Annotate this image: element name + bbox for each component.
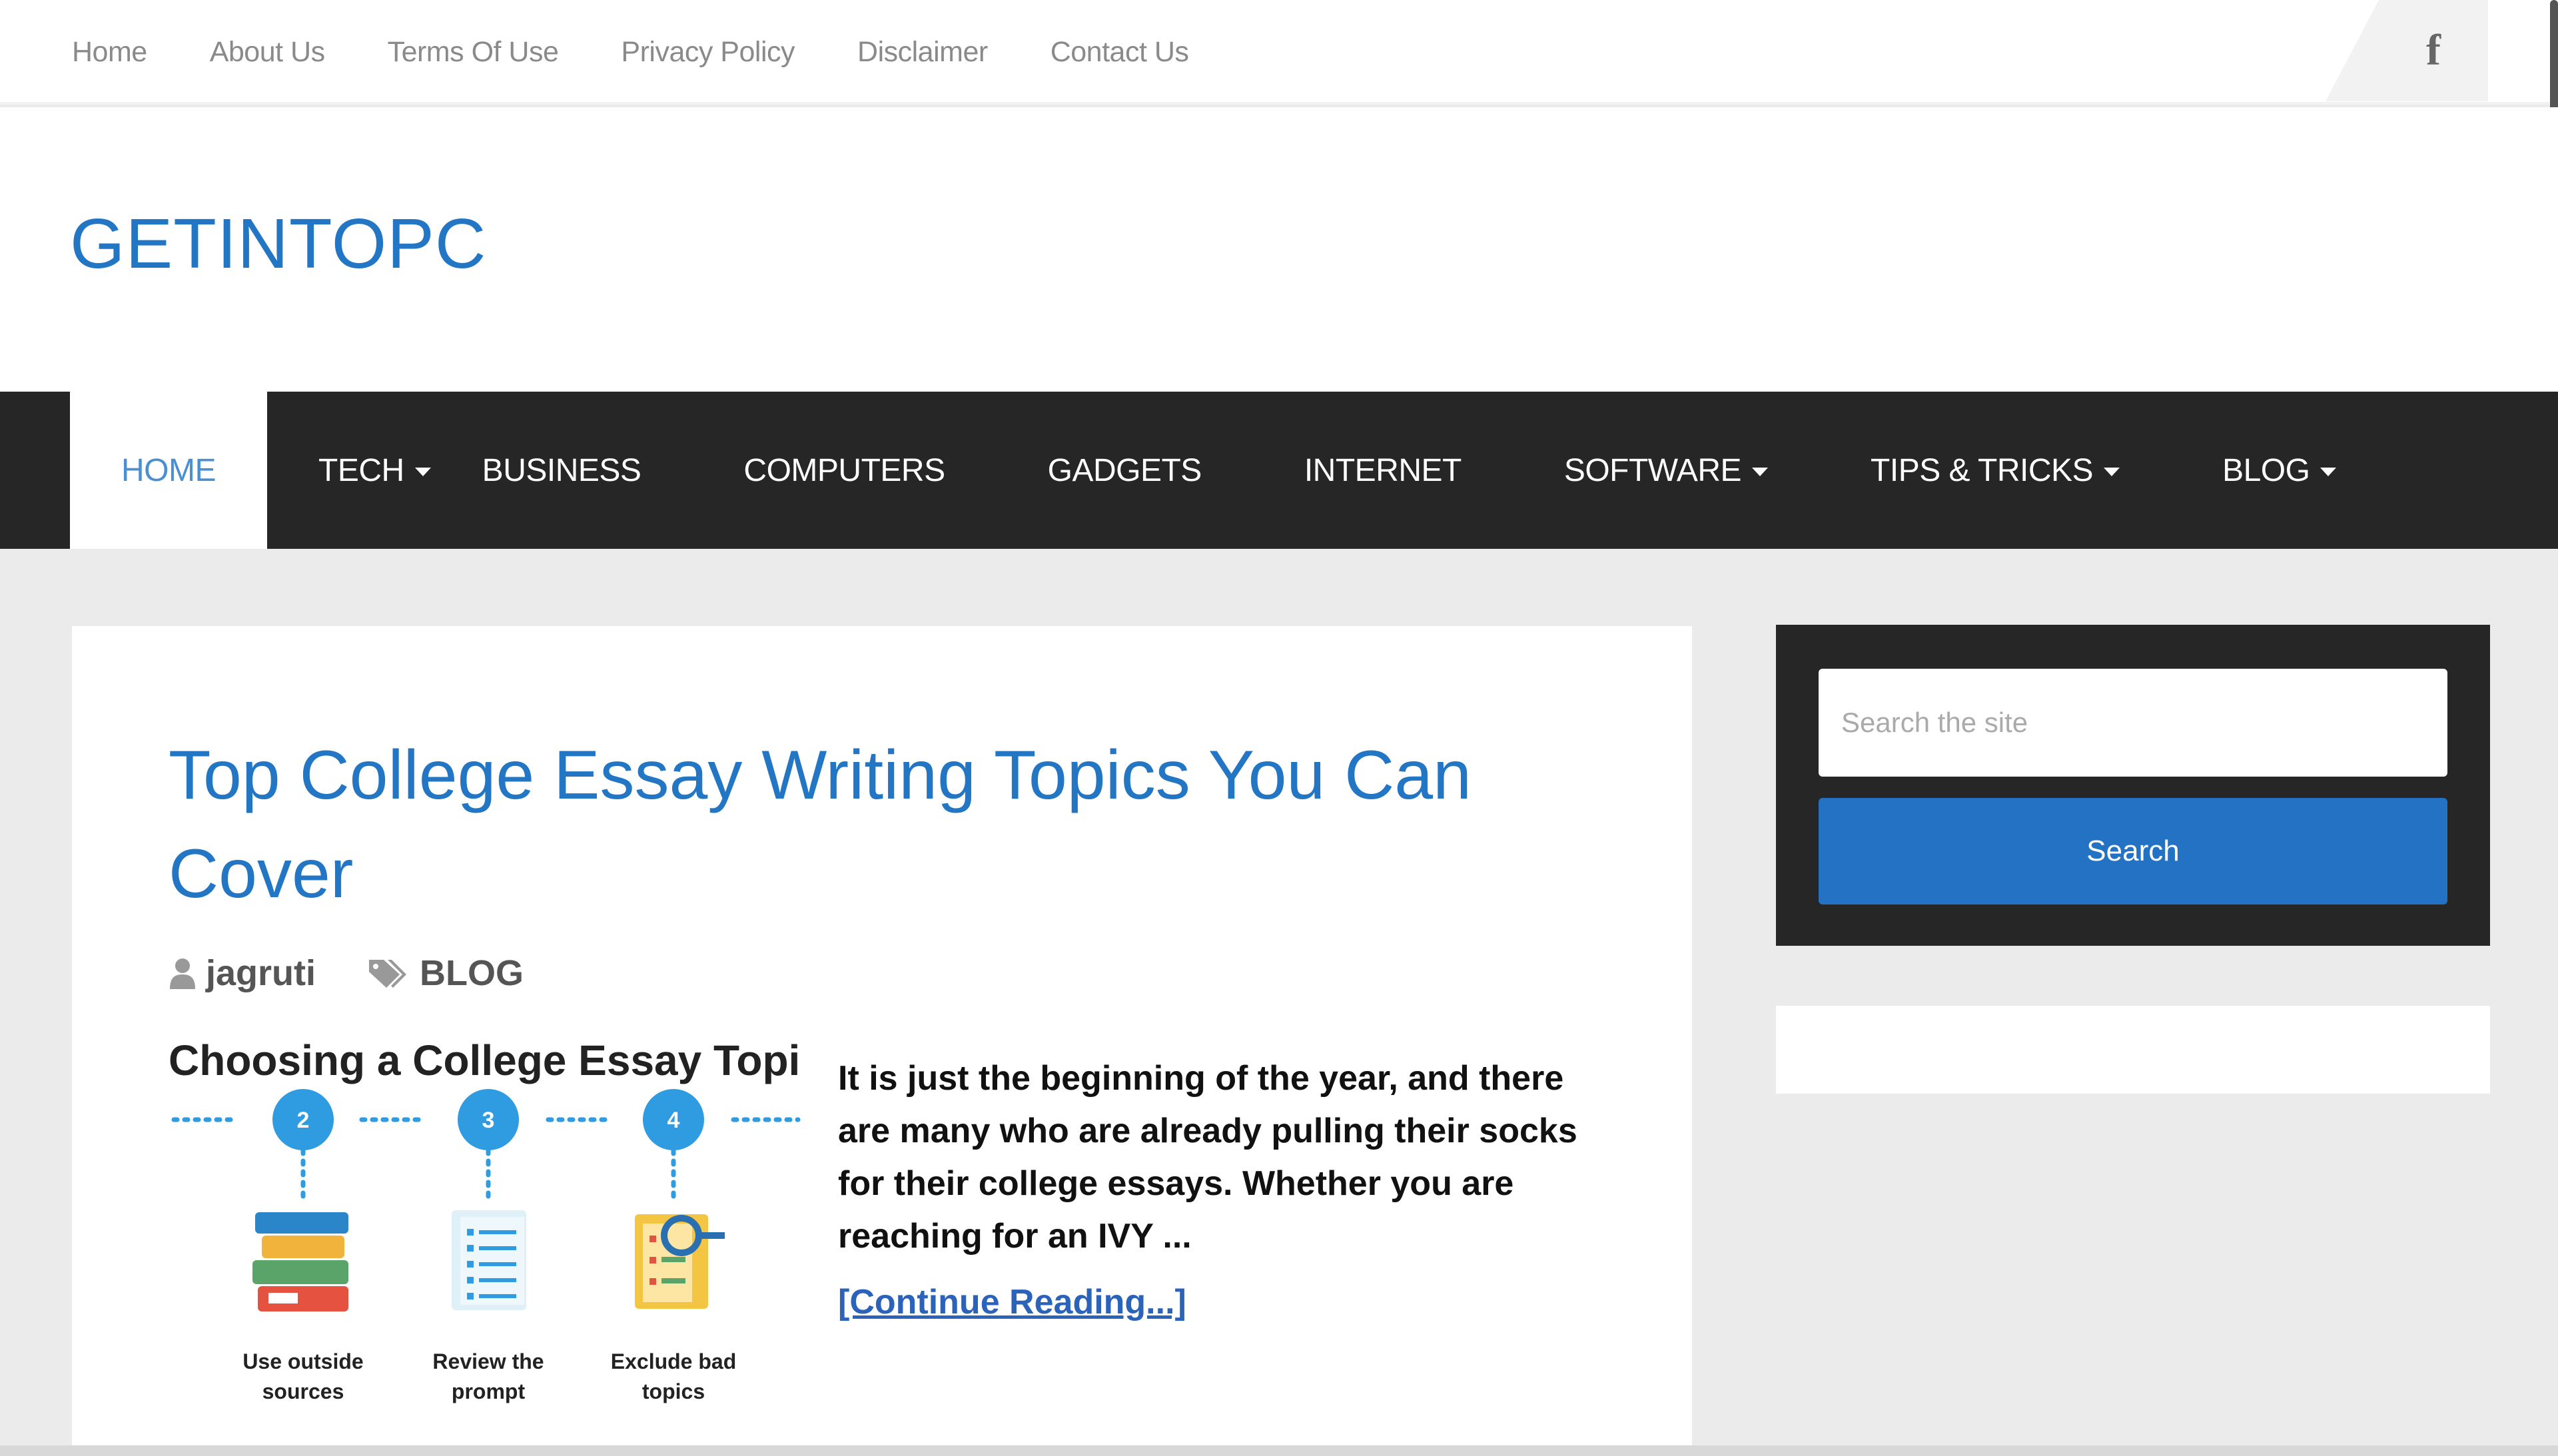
nav-software[interactable]: SOFTWARE [1462,392,1769,549]
search-widget: Search [1776,625,2490,946]
nav-tips-tricks[interactable]: TIPS & TRICKS [1768,392,2120,549]
top-nav-disclaimer[interactable]: Disclaimer [857,36,988,69]
caret-down-icon [414,467,431,476]
step-label-2-line1: Use outside [242,1349,363,1373]
continue-reading-link[interactable]: [Continue Reading...] [838,1282,1186,1322]
post-title[interactable]: Top College Essay Writing Topics You Can… [169,726,1541,923]
top-nav-about-us[interactable]: About Us [210,36,325,69]
post-author[interactable]: jagruti [206,952,316,994]
step-label-3-line2: prompt [452,1379,526,1403]
nav-business[interactable]: BUSINESS [482,392,693,549]
post-category[interactable]: BLOG [420,952,524,994]
site-header: GETINTOPC [0,107,2558,392]
step-label-4-line1: Exclude bad [611,1349,737,1373]
tag-icon [369,960,407,988]
caret-down-icon [1752,467,1769,476]
checklist-icon [452,1210,526,1310]
main-nav: HOME TECH BUSINESS COMPUTERS GADGETS INT… [0,392,2558,549]
step-label-2-line2: sources [262,1379,344,1403]
step-num-3: 3 [482,1108,495,1133]
top-nav-home[interactable]: Home [72,36,147,69]
nav-tech[interactable]: TECH [267,392,482,549]
top-nav-terms-of-use[interactable]: Terms Of Use [388,36,559,69]
post-meta: jagruti BLOG [169,952,524,994]
step-label-3-line1: Review the [432,1349,544,1373]
nav-gadgets[interactable]: GADGETS [945,392,1202,549]
search-button[interactable]: Search [1819,798,2447,905]
books-icon [252,1212,348,1311]
infographic: 2 3 4 Use outside sources Review the pro… [171,1089,801,1403]
top-bar: Home About Us Terms Of Use Privacy Polic… [0,0,2558,105]
document-search-icon [635,1214,725,1309]
search-input[interactable] [1819,669,2447,777]
facebook-link[interactable]: f [2379,0,2488,101]
nav-home[interactable]: HOME [70,392,267,549]
top-nav-contact-us[interactable]: Contact Us [1051,36,1189,69]
nav-blog[interactable]: BLOG [2120,392,2337,549]
nav-internet[interactable]: INTERNET [1202,392,1462,549]
social-wedge [2326,0,2379,101]
window-bottom-edge [0,1445,2558,1456]
top-nav: Home About Us Terms Of Use Privacy Polic… [72,0,1251,105]
facebook-icon: f [2426,26,2441,75]
post-excerpt: It is just the beginning of the year, an… [838,1059,1577,1256]
nav-computers[interactable]: COMPUTERS [692,392,945,549]
top-nav-privacy-policy[interactable]: Privacy Policy [621,36,795,69]
post-thumbnail[interactable]: Choosing a College Essay Topic 2 3 4 Use… [169,1036,801,1456]
caret-down-icon [2104,467,2120,476]
site-logo[interactable]: GETINTOPC [70,204,486,284]
step-label-4-line2: topics [642,1379,705,1403]
caret-down-icon [2320,467,2337,476]
post-card: Top College Essay Writing Topics You Can… [72,626,1692,1456]
sidebar-widget [1776,1006,2490,1094]
step-num-4: 4 [667,1108,680,1133]
step-num-2: 2 [297,1108,310,1133]
user-icon [170,958,195,989]
